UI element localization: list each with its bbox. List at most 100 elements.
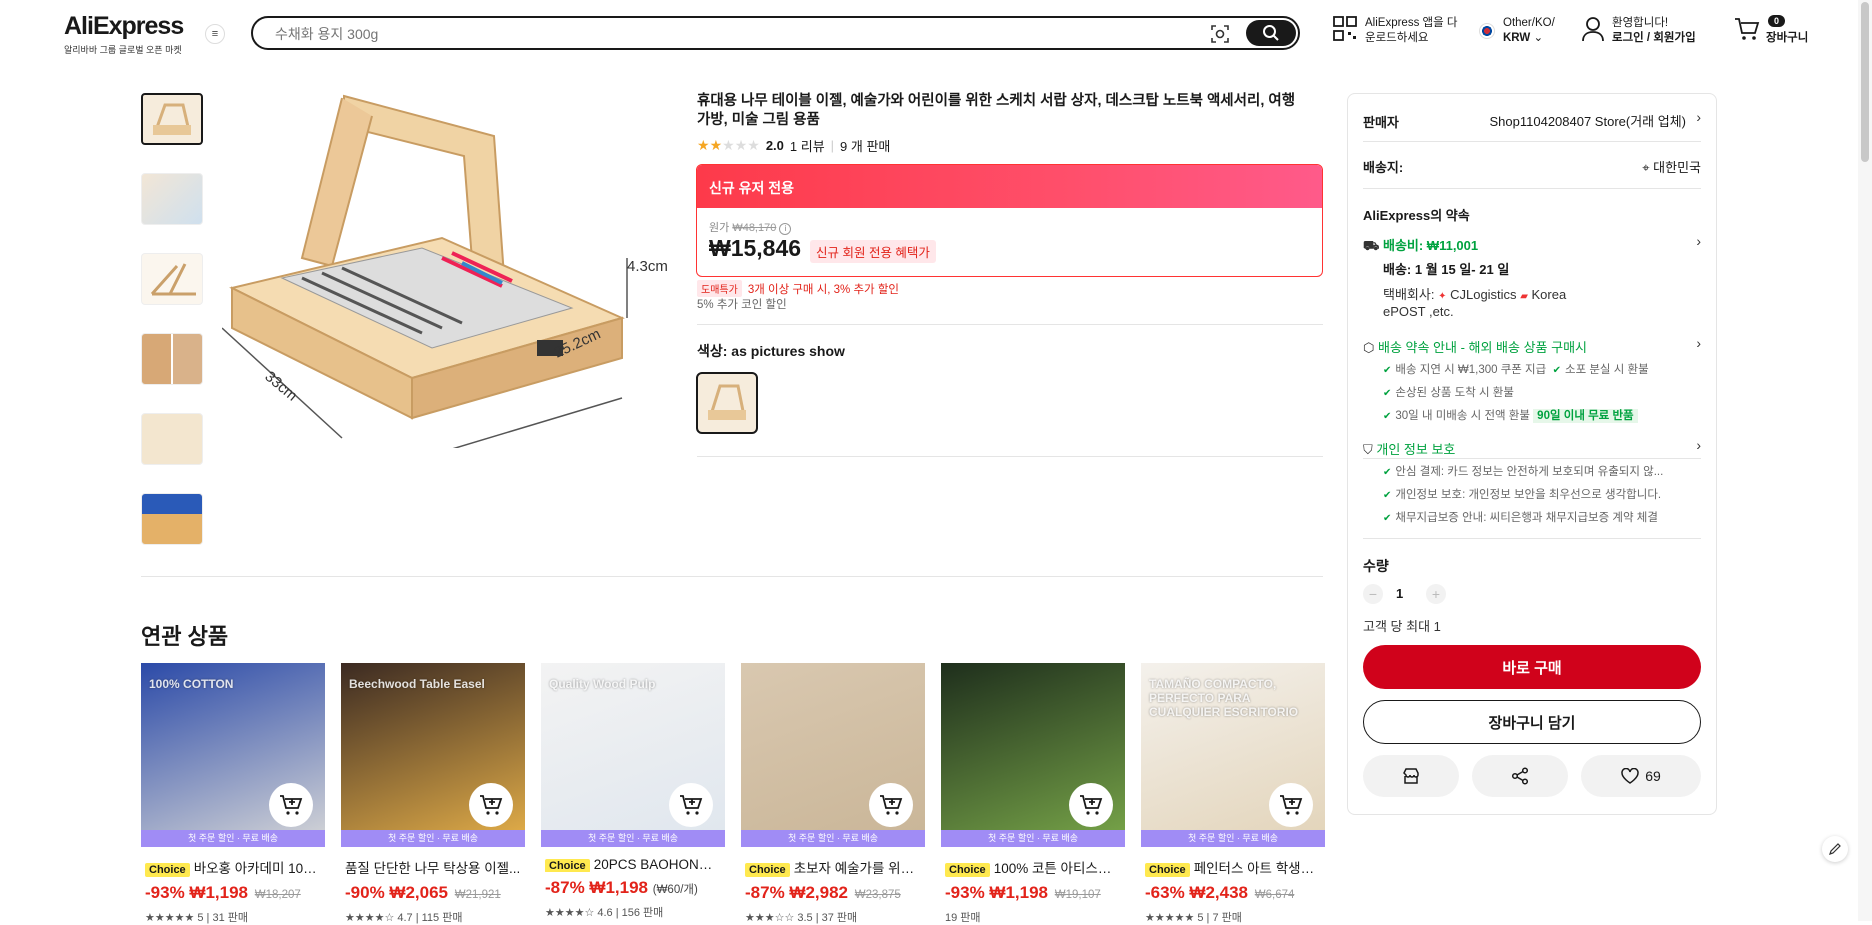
add-to-cart-icon[interactable] [669, 783, 713, 827]
related-product-meta: ★★★★★ 5 | 31 판매 [145, 912, 248, 924]
logo-subtitle: 알리바바 그룹 글로벌 오픈 마켓 [64, 45, 182, 55]
related-product-image[interactable]: 첫 주문 할인 · 무료 배송 [941, 663, 1125, 847]
new-user-banner: 신규 유저 전용 [697, 165, 1322, 208]
related-product-card[interactable]: 100% COTTON 첫 주문 할인 · 무료 배송 Choice 바오홍 아카… [141, 663, 325, 924]
main-product-image[interactable]: 4.3cm 25.2cm 33cm [221, 88, 682, 459]
quantity-value[interactable]: 1 [1396, 586, 1403, 601]
privacy-item: ✔ 안심 결제: 카드 정보는 안전하게 보호되며 유출되지 않... [1383, 466, 1664, 478]
buy-now-button[interactable]: 바로 구매 [1363, 645, 1701, 689]
related-title: 연관 상품 [141, 624, 229, 649]
seller-link[interactable]: Shop1104208407 Store(거래 업체) [1490, 111, 1687, 130]
thumbnail-2[interactable] [141, 173, 203, 225]
related-product-name[interactable]: Choice 100% 코튼 아티스트 ... [941, 857, 1125, 877]
related-product-name[interactable]: Choice 바오홍 아카데미 100... [141, 857, 325, 877]
related-product-card[interactable]: 첫 주문 할인 · 무료 배송 Choice 초보자 예술가를 위한 ... -8… [741, 663, 925, 924]
add-to-cart-button[interactable]: 장바구니 담기 [1363, 700, 1701, 744]
search-icon [1263, 25, 1279, 41]
divider [1363, 538, 1701, 539]
guarantee-item: ✔ 30일 내 미배송 시 전액 환불 90일 이내 무료 반품 [1383, 407, 1638, 423]
scrollbar[interactable] [1858, 0, 1872, 921]
product-image-text: 100% COTTON [149, 677, 234, 691]
free-return-badge: 90일 이내 무료 반품 [1533, 409, 1638, 423]
currency: KRW [1503, 32, 1531, 44]
thumbnail-1[interactable] [141, 93, 203, 145]
quantity-limit: 고객 당 최대 1 [1363, 619, 1441, 634]
cart-icon [1735, 18, 1760, 40]
related-product-image[interactable]: TAMAÑO COMPACTO, PERFECTO PARA CUALQUIER… [1141, 663, 1325, 847]
related-product-card[interactable]: 첫 주문 할인 · 무료 배송 Choice 100% 코튼 아티스트 ... -… [941, 663, 1125, 924]
add-to-cart-icon[interactable] [269, 783, 313, 827]
scrollbar-thumb[interactable] [1861, 2, 1869, 162]
related-product-price: -93% ₩1,198 ₩19,107 [945, 883, 1101, 902]
search-bar [251, 16, 1300, 50]
related-product-image[interactable]: Beechwood Table Easel 첫 주문 할인 · 무료 배송 [341, 663, 525, 847]
related-product-name[interactable]: 품질 단단한 나무 탁상용 이젤... [341, 857, 525, 877]
quantity-increase-button[interactable]: + [1426, 584, 1446, 604]
related-product-card[interactable]: Quality Wood Pulp 첫 주문 할인 · 무료 배송 Choice… [541, 663, 725, 921]
thumbnail-4[interactable] [141, 333, 203, 385]
wishlist-count: 69 [1645, 768, 1661, 784]
shipping-fee[interactable]: ⛟ 배송비: ₩11,001 [1363, 235, 1478, 256]
product-title: 휴대용 나무 테이블 이젤, 예술가와 어린이를 위한 스케치 서랍 상자, 데… [697, 93, 1296, 128]
related-product-image[interactable]: Quality Wood Pulp 첫 주문 할인 · 무료 배송 [541, 663, 725, 847]
related-product-name[interactable]: Choice 초보자 예술가를 위한 ... [741, 857, 925, 877]
thumbnail-3[interactable] [141, 253, 203, 305]
rating-row[interactable]: ★★★★★ 2.0 1 리뷰 | 9 개 판매 [697, 136, 890, 155]
chevron-right-icon[interactable]: › [1696, 109, 1701, 125]
choice-badge: Choice [1145, 863, 1190, 877]
ship-to-selector[interactable]: ⌖ 대한민국 [1642, 157, 1701, 176]
aliexpress-logo[interactable]: AliExpress 알리바바 그룹 글로벌 오픈 마켓 [64, 12, 184, 56]
chevron-right-icon[interactable]: › [1696, 335, 1701, 351]
epost-logo-icon: ▰ [1520, 291, 1528, 302]
related-product-name[interactable]: Choice 페인터스 아트 학생들... [1141, 857, 1325, 877]
related-product-meta: ★★★☆☆ 3.5 | 37 판매 [745, 912, 858, 924]
related-product-image[interactable]: 첫 주문 할인 · 무료 배송 [741, 663, 925, 847]
search-button[interactable] [1246, 20, 1296, 46]
search-input[interactable] [275, 24, 1175, 44]
quantity-decrease-button[interactable]: − [1363, 584, 1383, 604]
add-to-cart-icon[interactable] [1269, 783, 1313, 827]
thumbnail-5[interactable] [141, 413, 203, 465]
login-link[interactable]: 로그인 / 회원가입 [1612, 32, 1696, 44]
related-product-price: -93% ₩1,198 ₩18,207 [145, 883, 301, 902]
share-icon [1511, 767, 1529, 785]
guarantee-title[interactable]: ⬡ 배송 약속 안내 - 해외 배송 상품 구매시 [1363, 337, 1587, 356]
share-button[interactable] [1472, 755, 1568, 797]
color-option[interactable] [696, 372, 758, 434]
divider [1363, 458, 1701, 459]
promo-strip: 첫 주문 할인 · 무료 배송 [141, 830, 325, 847]
related-product-name[interactable]: Choice 20PCS BAOHONG ... [541, 857, 725, 872]
cart-count-badge: 0 [1768, 15, 1786, 27]
related-product-image[interactable]: 100% COTTON 첫 주문 할인 · 무료 배송 [141, 663, 325, 847]
product-image-text: TAMAÑO COMPACTO, PERFECTO PARA CUALQUIER… [1149, 677, 1299, 719]
account-menu[interactable]: 환영합니다! 로그인 / 회원가입 [1582, 16, 1696, 46]
related-product-card[interactable]: Beechwood Table Easel 첫 주문 할인 · 무료 배송 품질… [341, 663, 525, 924]
wishlist-button[interactable]: 69 [1581, 755, 1701, 797]
review-count[interactable]: 1 리뷰 [790, 136, 825, 155]
app-download[interactable]: AliExpress 앱을 다 운로드하세요 [1333, 16, 1457, 46]
purchase-panel: 판매자 Shop1104208407 Store(거래 업체) › 배송지: ⌖… [1347, 93, 1717, 815]
edit-icon[interactable] [1822, 836, 1848, 862]
bulk-promo-text: 3개 이상 구매 시, 3% 추가 할인 [747, 283, 899, 296]
divider [1363, 141, 1701, 142]
app-line2: 운로드하세요 [1365, 32, 1429, 44]
thumbnail-6[interactable] [141, 493, 203, 545]
location-pin-icon: ⌖ [1642, 160, 1650, 175]
choice-badge: Choice [145, 863, 190, 877]
add-to-cart-icon[interactable] [469, 783, 513, 827]
menu-icon[interactable]: ≡ [205, 24, 225, 44]
related-product-card[interactable]: TAMAÑO COMPACTO, PERFECTO PARA CUALQUIER… [1141, 663, 1325, 924]
region-selector[interactable]: Other/KO/KRW ⌄ [1479, 16, 1555, 46]
user-icon [1582, 17, 1604, 42]
add-to-cart-icon[interactable] [1069, 783, 1113, 827]
store-button[interactable] [1363, 755, 1459, 797]
info-icon: i [779, 223, 792, 235]
chevron-right-icon[interactable]: › [1696, 233, 1701, 249]
image-search-icon[interactable] [1210, 24, 1230, 44]
guarantee-item: ✔ 손상된 상품 도착 시 환불 [1383, 387, 1514, 399]
chevron-right-icon[interactable]: › [1696, 437, 1701, 453]
add-to-cart-icon[interactable] [869, 783, 913, 827]
bulk-promo: 도매특가 3개 이상 구매 시, 3% 추가 할인 [697, 280, 899, 297]
privacy-title[interactable]: ⛉ 개인 정보 보호 [1363, 439, 1455, 458]
cj-logo-icon: ✦ [1438, 291, 1447, 302]
